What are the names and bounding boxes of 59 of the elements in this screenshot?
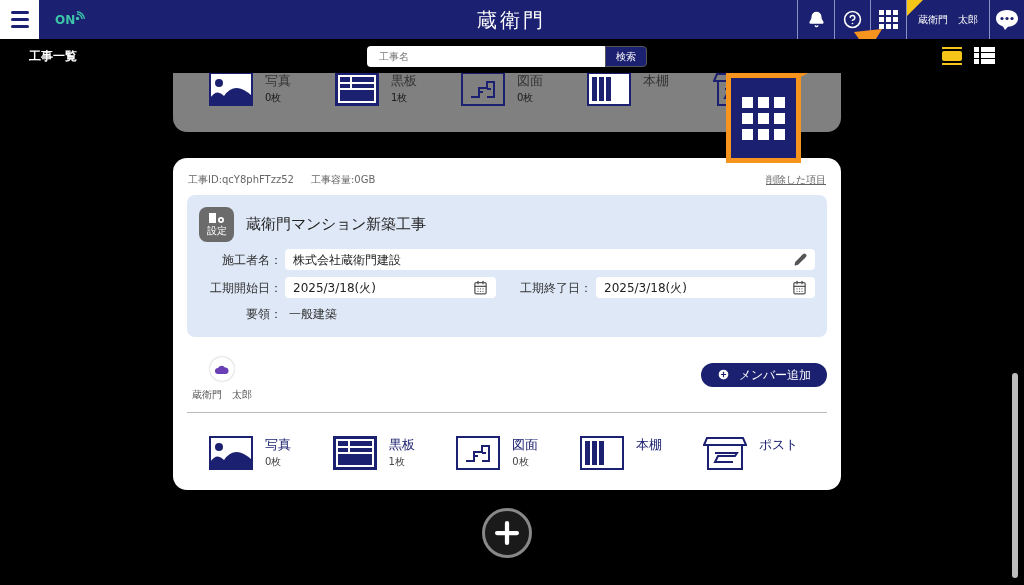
field-label: 要領： bbox=[245, 306, 283, 323]
project-id: 工事ID:qcY8phFTzz52 bbox=[188, 173, 294, 187]
input-field[interactable]: 2025/3/18(火) bbox=[596, 277, 815, 298]
add-member-button[interactable]: メンバー追加 bbox=[701, 362, 827, 387]
category-label[interactable]: 写真 bbox=[265, 436, 291, 454]
gear-icon bbox=[208, 213, 225, 225]
deleted-items-link[interactable]: 削除した項目 bbox=[766, 172, 826, 187]
photo-icon bbox=[209, 73, 253, 106]
category-label[interactable]: ポスト bbox=[759, 436, 799, 454]
category-count: 1枚 bbox=[388, 455, 406, 469]
field-label: 工期開始日： bbox=[209, 279, 283, 297]
category-label[interactable]: 図面 bbox=[512, 436, 539, 454]
category-count: 0枚 bbox=[265, 91, 283, 105]
category-count: 0枚 bbox=[265, 455, 283, 469]
category-label[interactable]: 本棚 bbox=[635, 436, 662, 454]
field-label: 施工者名： bbox=[221, 251, 283, 269]
floor-plan-icon bbox=[461, 73, 505, 106]
photo-icon bbox=[209, 436, 253, 470]
bookshelf-icon bbox=[587, 73, 631, 106]
search-button[interactable]: 検索 bbox=[605, 45, 647, 67]
page-title: 工事一覧 bbox=[29, 48, 78, 65]
member-name: 蔵衛門 太郎 bbox=[192, 388, 252, 402]
list-view-button[interactable] bbox=[974, 47, 995, 65]
floor-plan-icon bbox=[456, 436, 501, 470]
blackboard-icon bbox=[335, 73, 379, 106]
input-field[interactable]: 株式会社蔵衛門建設 bbox=[285, 249, 815, 270]
bookshelf-icon bbox=[579, 436, 624, 470]
help-icon bbox=[843, 10, 862, 29]
category-count: 1枚 bbox=[391, 91, 409, 105]
signal-icon bbox=[76, 11, 86, 20]
field-value: 一般建築 bbox=[288, 306, 337, 323]
corner-marker-icon bbox=[907, 0, 923, 16]
project-name: 蔵衛門マンション新築工事 bbox=[246, 214, 426, 236]
card-view-button[interactable] bbox=[942, 47, 962, 65]
calendar-icon bbox=[473, 280, 488, 295]
plus-icon bbox=[717, 368, 730, 381]
grid-icon bbox=[879, 10, 898, 29]
category-count: 0枚 bbox=[512, 455, 530, 469]
mailbox-icon bbox=[703, 436, 748, 470]
category-label[interactable]: 黒板 bbox=[388, 436, 415, 454]
field-label: 工期終了日： bbox=[519, 279, 593, 297]
menu-button[interactable] bbox=[0, 0, 39, 39]
add-project-button[interactable] bbox=[482, 508, 532, 558]
bell-icon bbox=[807, 11, 825, 28]
settings-button[interactable]: 設定 bbox=[199, 207, 234, 242]
search-field[interactable]: 工事名 bbox=[367, 45, 605, 67]
chat-icon bbox=[995, 9, 1019, 30]
grid-icon bbox=[742, 96, 785, 140]
member-avatar[interactable] bbox=[210, 357, 234, 381]
calendar-icon bbox=[792, 280, 807, 295]
input-field[interactable]: 2025/3/18(火) bbox=[285, 277, 496, 298]
blackboard-icon bbox=[332, 436, 377, 470]
logo: 蔵衛門 bbox=[476, 6, 546, 34]
connection-status: ON bbox=[55, 11, 76, 29]
edit-icon bbox=[794, 253, 807, 266]
project-capacity: 工事容量:0GB bbox=[310, 173, 376, 187]
category-count: 0枚 bbox=[517, 91, 535, 105]
cloud-icon bbox=[215, 364, 229, 374]
scrollbar-thumb[interactable] bbox=[1012, 373, 1018, 578]
